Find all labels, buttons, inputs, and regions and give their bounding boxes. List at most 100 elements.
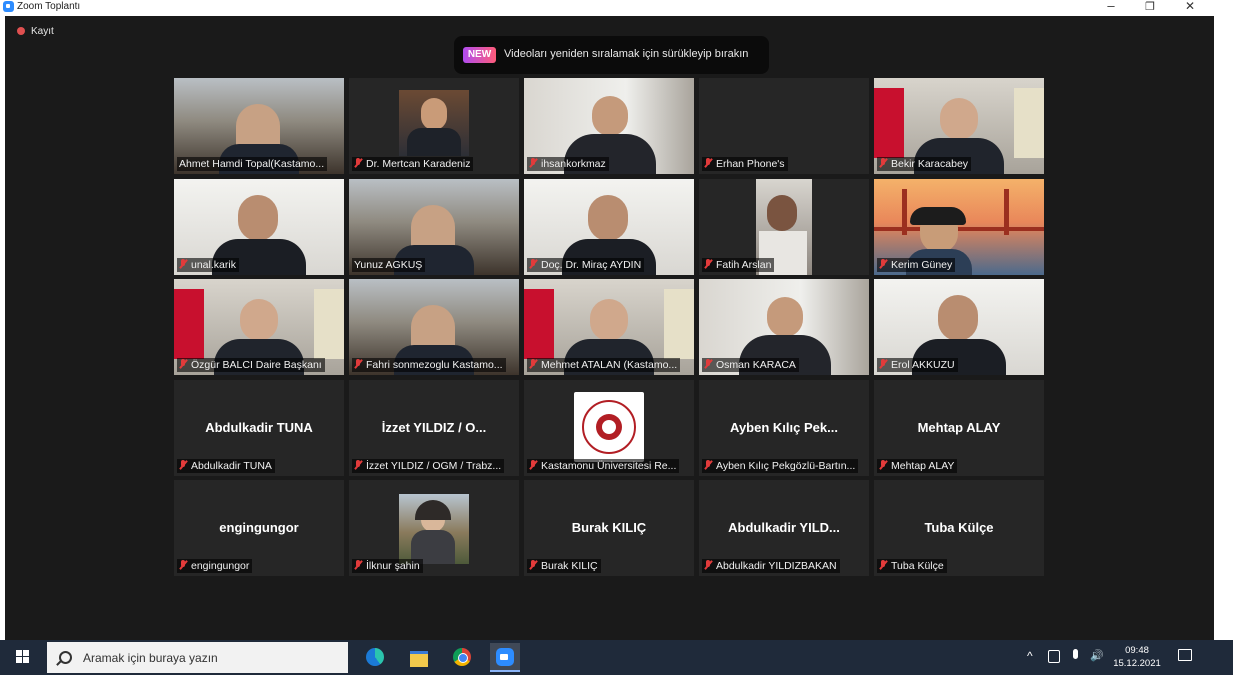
participant-tile[interactable]: unal.karik — [174, 178, 344, 275]
participant-tile[interactable]: Fatih Arslan — [699, 178, 869, 275]
participant-name-label: Fahri sonmezoglu Kastamo... — [352, 358, 506, 372]
participant-name: Osman KARACA — [716, 359, 796, 371]
participant-name: ihsankorkmaz — [541, 158, 606, 170]
participant-name: Doç. Dr. Miraç AYDIN — [541, 258, 642, 271]
speaker-icon[interactable]: 🔊 — [1090, 649, 1104, 662]
participant-name-label: engingungor — [177, 559, 253, 573]
participant-name-label: Özgür BALCI Daire Başkanı — [177, 358, 325, 372]
windows-logo-icon-part — [23, 650, 29, 656]
start-button[interactable] — [0, 640, 44, 675]
participant-tile[interactable]: Tuba Külçe Tuba Külçe — [874, 480, 1044, 576]
bottom-edge — [0, 675, 1233, 680]
zoom-icon-camera — [500, 654, 508, 660]
participant-display-name: Abdulkadir YILD... — [728, 520, 840, 535]
participant-name-label: Doç. Dr. Miraç AYDIN — [527, 257, 645, 272]
file-explorer-taskbar-button[interactable] — [404, 643, 434, 672]
recording-label: Kayıt — [31, 26, 54, 37]
taskbar-search-box[interactable]: Aramak için buraya yazın — [47, 642, 348, 673]
participant-tile[interactable]: Fahri sonmezoglu Kastamo... — [349, 279, 519, 375]
participant-name: Erhan Phone's — [716, 158, 785, 170]
participant-tile[interactable]: İlknur şahin — [349, 480, 519, 576]
participant-tile[interactable]: ihsankorkmaz — [524, 78, 694, 174]
participant-tile[interactable]: engingungor engingungor — [174, 480, 344, 576]
participant-name-label: İzzet YILDIZ / OGM / Trabz... — [352, 458, 505, 473]
participant-tile[interactable]: Bekir Karacabey — [874, 78, 1044, 174]
meet-now-icon[interactable] — [1048, 650, 1060, 663]
participant-tile[interactable]: Osman KARACA — [699, 279, 869, 375]
participant-tile[interactable]: Burak KILIÇ Burak KILIÇ — [524, 480, 694, 576]
banner-message: Videoları yeniden sıralamak için sürükle… — [504, 48, 749, 60]
participant-name: Ayben Kılıç Pekgözlü-Bartın... — [716, 459, 856, 472]
windows-taskbar: Aramak için buraya yazın ^ 🔊 09:48 15.12… — [0, 640, 1233, 675]
participant-name-label: Erhan Phone's — [702, 157, 788, 171]
zoom-taskbar-button[interactable] — [490, 643, 520, 672]
participant-tile[interactable]: Mehmet ATALAN (Kastamo... — [524, 279, 694, 375]
muted-microphone-icon — [354, 459, 362, 470]
muted-microphone-icon — [529, 560, 537, 570]
participant-name: Burak KILIÇ — [541, 560, 598, 572]
participant-name: Kastamonu Üniversitesi Re... — [541, 459, 677, 472]
participant-name: Mehmet ATALAN (Kastamo... — [541, 359, 678, 371]
muted-microphone-icon — [179, 459, 187, 470]
window-title: Zoom Toplantı — [17, 1, 81, 12]
notifications-icon[interactable] — [1178, 649, 1192, 661]
participant-name: Fahri sonmezoglu Kastamo... — [366, 359, 503, 371]
recording-indicator[interactable]: Kayıt — [17, 26, 54, 37]
participant-tile[interactable]: Kastamonu Üniversitesi Re... — [524, 379, 694, 476]
restore-button[interactable]: ❐ — [1140, 0, 1160, 13]
participant-tile[interactable]: Erol AKKUZU — [874, 279, 1044, 375]
participant-name-label: Mehmet ATALAN (Kastamo... — [527, 358, 681, 372]
participant-tile[interactable]: Yunuz AGKUŞ — [349, 178, 519, 275]
participant-tile[interactable]: Kerim Güney — [874, 178, 1044, 275]
participant-tile[interactable]: Dr. Mertcan Karadeniz — [349, 78, 519, 174]
edge-taskbar-button[interactable] — [360, 643, 390, 672]
participant-display-name: Tuba Külçe — [924, 520, 994, 535]
muted-microphone-icon — [179, 560, 187, 570]
participant-tile[interactable]: Abdulkadir YILD... Abdulkadir YILDIZBAKAN — [699, 480, 869, 576]
meeting-stage: Kayıt NEW Videoları yeniden sıralamak iç… — [5, 16, 1214, 640]
participant-display-name: Mehtap ALAY — [917, 419, 1001, 435]
participant-tile[interactable]: Ayben Kılıç Pek... Ayben Kılıç Pekgözlü-B… — [699, 379, 869, 476]
participant-name-label: Osman KARACA — [702, 358, 799, 372]
participant-tile[interactable]: Erhan Phone's — [699, 78, 869, 174]
participant-name: Abdulkadir TUNA — [191, 459, 272, 472]
participant-name-label: Dr. Mertcan Karadeniz — [352, 157, 474, 171]
edge-icon — [366, 648, 384, 666]
participant-name-label: Ahmet Hamdi Topal(Kastamo... — [177, 157, 328, 171]
participant-display-name: engingungor — [219, 520, 299, 535]
reorder-hint-banner: NEW Videoları yeniden sıralamak için sür… — [454, 36, 769, 74]
participant-name-label: Abdulkadir TUNA — [177, 458, 275, 473]
chrome-taskbar-button[interactable] — [447, 643, 477, 672]
participant-tile[interactable]: Doç. Dr. Miraç AYDIN — [524, 178, 694, 275]
participant-tile[interactable]: Ahmet Hamdi Topal(Kastamo... — [174, 78, 344, 174]
tray-chevron-icon[interactable]: ^ — [1027, 649, 1033, 663]
muted-microphone-icon — [179, 359, 187, 369]
microphone-icon[interactable] — [1073, 649, 1078, 659]
muted-microphone-icon — [879, 359, 887, 369]
participant-name-label: Abdulkadir YILDIZBAKAN — [702, 559, 840, 573]
muted-microphone-icon — [529, 258, 537, 269]
muted-microphone-icon — [879, 158, 887, 168]
participant-display-name: Ayben Kılıç Pek... — [730, 419, 838, 435]
new-badge: NEW — [463, 47, 496, 63]
participant-name: Fatih Arslan — [716, 258, 772, 271]
participant-name: İlknur şahin — [366, 560, 420, 572]
participant-name-label: Bekir Karacabey — [877, 157, 972, 171]
participant-name-label: Ayben Kılıç Pekgözlü-Bartın... — [702, 458, 859, 473]
participant-tile[interactable]: İzzet YILDIZ / O... İzzet YILDIZ / OGM / … — [349, 379, 519, 476]
participant-name: Bekir Karacabey — [891, 158, 969, 170]
taskbar-clock[interactable]: 09:48 15.12.2021 — [1112, 644, 1162, 670]
participant-name: Tuba Külçe — [891, 560, 944, 572]
participant-tile[interactable]: Mehtap ALAY Mehtap ALAY — [874, 379, 1044, 476]
participant-tile[interactable]: Abdulkadir TUNA Abdulkadir TUNA — [174, 379, 344, 476]
folder-icon — [410, 651, 428, 667]
minimize-button[interactable]: – — [1101, 0, 1121, 13]
participant-name-label: İlknur şahin — [352, 559, 423, 573]
participant-name: Mehtap ALAY — [891, 459, 955, 472]
close-button[interactable]: ✕ — [1180, 0, 1200, 13]
windows-logo-icon-part — [23, 657, 29, 663]
participant-tile[interactable]: Özgür BALCI Daire Başkanı — [174, 279, 344, 375]
participant-name-label: Kerim Güney — [877, 257, 956, 272]
clock-time: 09:48 — [1125, 645, 1149, 656]
muted-microphone-icon — [354, 359, 362, 369]
